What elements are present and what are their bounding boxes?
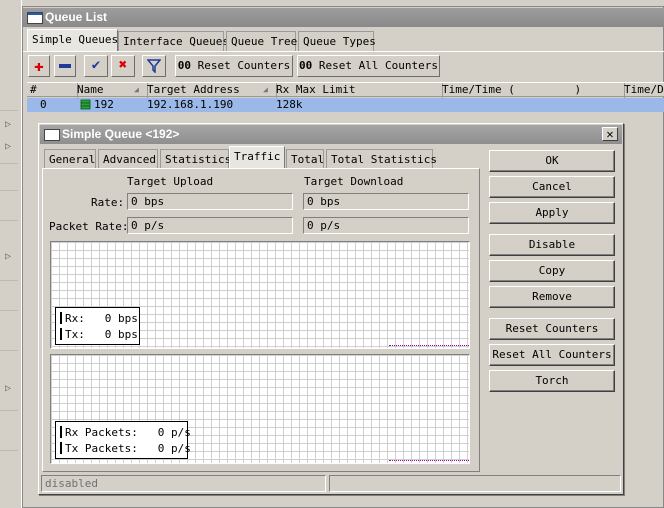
tab-total[interactable]: Total <box>286 149 324 169</box>
window-title: Queue List <box>45 10 108 24</box>
tab-total-statistics[interactable]: Total Statistics <box>326 149 437 169</box>
tab-statistics[interactable]: Statistics <box>160 149 231 169</box>
dialog-window-icon <box>44 129 60 141</box>
queue-list-titlebar[interactable]: Queue List <box>23 8 664 27</box>
legend-rx-packets: Rx Packets: 0 p/s <box>60 424 191 440</box>
gutter-divider <box>0 450 18 451</box>
column-header-time-de[interactable]: Time/De <box>621 83 664 98</box>
tab-traffic[interactable]: Traffic <box>229 146 285 169</box>
reset-counters-label: Reset Counters <box>197 59 291 72</box>
baseline-marker <box>389 345 469 346</box>
column-header-target-address[interactable]: Target Address <box>144 83 277 98</box>
disable-x-icon[interactable]: ✖ <box>111 55 135 77</box>
status-field: disabled <box>41 475 326 492</box>
tab-queue-tree[interactable]: Queue Tree <box>226 31 297 51</box>
remove-button[interactable]: Remove <box>489 286 615 308</box>
baseline-marker <box>389 460 469 461</box>
counter-icon: 00 <box>177 59 191 72</box>
rx-swatch <box>60 426 62 438</box>
column-header-number[interactable]: # <box>27 83 78 98</box>
add-icon[interactable]: ✚ <box>28 55 50 77</box>
expand-arrow-icon[interactable]: ▷ <box>5 383 11 394</box>
tab-underline <box>23 51 664 52</box>
legend-rx-packets-text: Rx Packets: 0 p/s <box>65 425 191 439</box>
filter-icon[interactable] <box>142 55 166 77</box>
tx-swatch <box>60 328 62 340</box>
row-target: 192.168.1.190 <box>147 98 234 111</box>
enable-check-icon[interactable]: ✔ <box>84 55 108 77</box>
tab-general[interactable]: General <box>44 149 96 169</box>
packet-legend: Rx Packets: 0 p/s Tx Packets: 0 p/s <box>55 421 191 459</box>
target-upload-heading: Target Upload <box>127 175 214 188</box>
sort-arrow-icon: ◢ <box>263 85 268 94</box>
tab-advanced[interactable]: Advanced <box>98 149 158 169</box>
rate-upload-field: 0 bps <box>127 193 293 210</box>
legend-rx: Rx: 0 bps <box>60 310 138 326</box>
apply-button[interactable]: Apply <box>489 202 615 224</box>
legend-tx-packets-text: Tx Packets: 0 p/s <box>65 441 191 455</box>
row-number: 0 <box>40 98 47 111</box>
gutter-divider <box>0 280 18 281</box>
gutter-divider <box>0 163 18 164</box>
tab-queue-types[interactable]: Queue Types <box>298 31 376 51</box>
reset-all-counters-button[interactable]: 00 Reset All Counters <box>297 55 440 77</box>
window-icon <box>27 12 43 24</box>
ok-button[interactable]: OK <box>489 150 615 172</box>
expand-arrow-icon[interactable]: ▷ <box>5 251 11 262</box>
expand-arrow-icon[interactable]: ▷ <box>5 141 11 152</box>
cancel-button[interactable]: Cancel <box>489 176 615 198</box>
expand-arrow-icon[interactable]: ▷ <box>5 119 11 130</box>
rate-download-field: 0 bps <box>303 193 469 210</box>
reset-counters-button[interactable]: 00 Reset Counters <box>175 55 293 77</box>
gutter-divider <box>0 350 18 351</box>
column-header-time[interactable]: Time/Time ( ) <box>439 83 625 98</box>
target-download-heading: Target Download <box>304 175 404 188</box>
reset-counters-dialog-button[interactable]: Reset Counters <box>489 318 615 340</box>
gutter-divider <box>0 410 18 411</box>
dialog-titlebar[interactable]: Simple Queue <192> <box>40 125 622 144</box>
packet-download-field: 0 p/s <box>303 217 469 234</box>
table-header: # Name Target Address Rx Max Limit Time/… <box>27 82 664 98</box>
row-name: 192 <box>94 98 114 111</box>
legend-rx-text: Rx: 0 bps <box>65 311 138 325</box>
gutter-divider <box>0 190 18 191</box>
packet-upload-field: 0 p/s <box>127 217 293 234</box>
gutter-divider <box>0 310 18 311</box>
tab-interface-queues[interactable]: Interface Queues <box>118 31 229 51</box>
reset-all-counters-label: Reset All Counters <box>318 59 439 72</box>
rate-legend: Rx: 0 bps Tx: 0 bps <box>55 307 140 345</box>
column-header-rx-max-limit[interactable]: Rx Max Limit <box>273 83 443 98</box>
gutter-divider <box>0 220 18 221</box>
rate-label: Rate: <box>91 196 125 209</box>
row-rx-limit: 128k <box>276 98 303 111</box>
tx-swatch <box>60 442 62 454</box>
legend-tx: Tx: 0 bps <box>60 326 138 342</box>
reset-all-counters-dialog-button[interactable]: Reset All Counters <box>489 344 615 366</box>
close-icon[interactable]: ✕ <box>602 127 618 141</box>
queue-icon <box>80 98 91 112</box>
status-field-secondary <box>329 475 621 492</box>
torch-button[interactable]: Torch <box>489 370 615 392</box>
gutter-divider <box>0 110 18 111</box>
table-row[interactable]: 0 192 192.168.1.190 128k <box>27 98 664 112</box>
rx-swatch <box>60 312 62 324</box>
disable-button[interactable]: Disable <box>489 234 615 256</box>
tab-simple-queues[interactable]: Simple Queues <box>27 29 118 51</box>
packet-rate-label: Packet Rate: <box>49 220 129 233</box>
legend-tx-text: Tx: 0 bps <box>65 327 138 341</box>
sort-arrow-icon: ◢ <box>134 85 139 94</box>
copy-button[interactable]: Copy <box>489 260 615 282</box>
remove-icon[interactable] <box>54 55 76 77</box>
legend-tx-packets: Tx Packets: 0 p/s <box>60 440 191 456</box>
left-gutter: ▷ ▷ ▷ ▷ <box>0 0 22 508</box>
dialog-title: Simple Queue <192> <box>62 127 180 141</box>
counter-icon: 00 <box>298 59 313 72</box>
